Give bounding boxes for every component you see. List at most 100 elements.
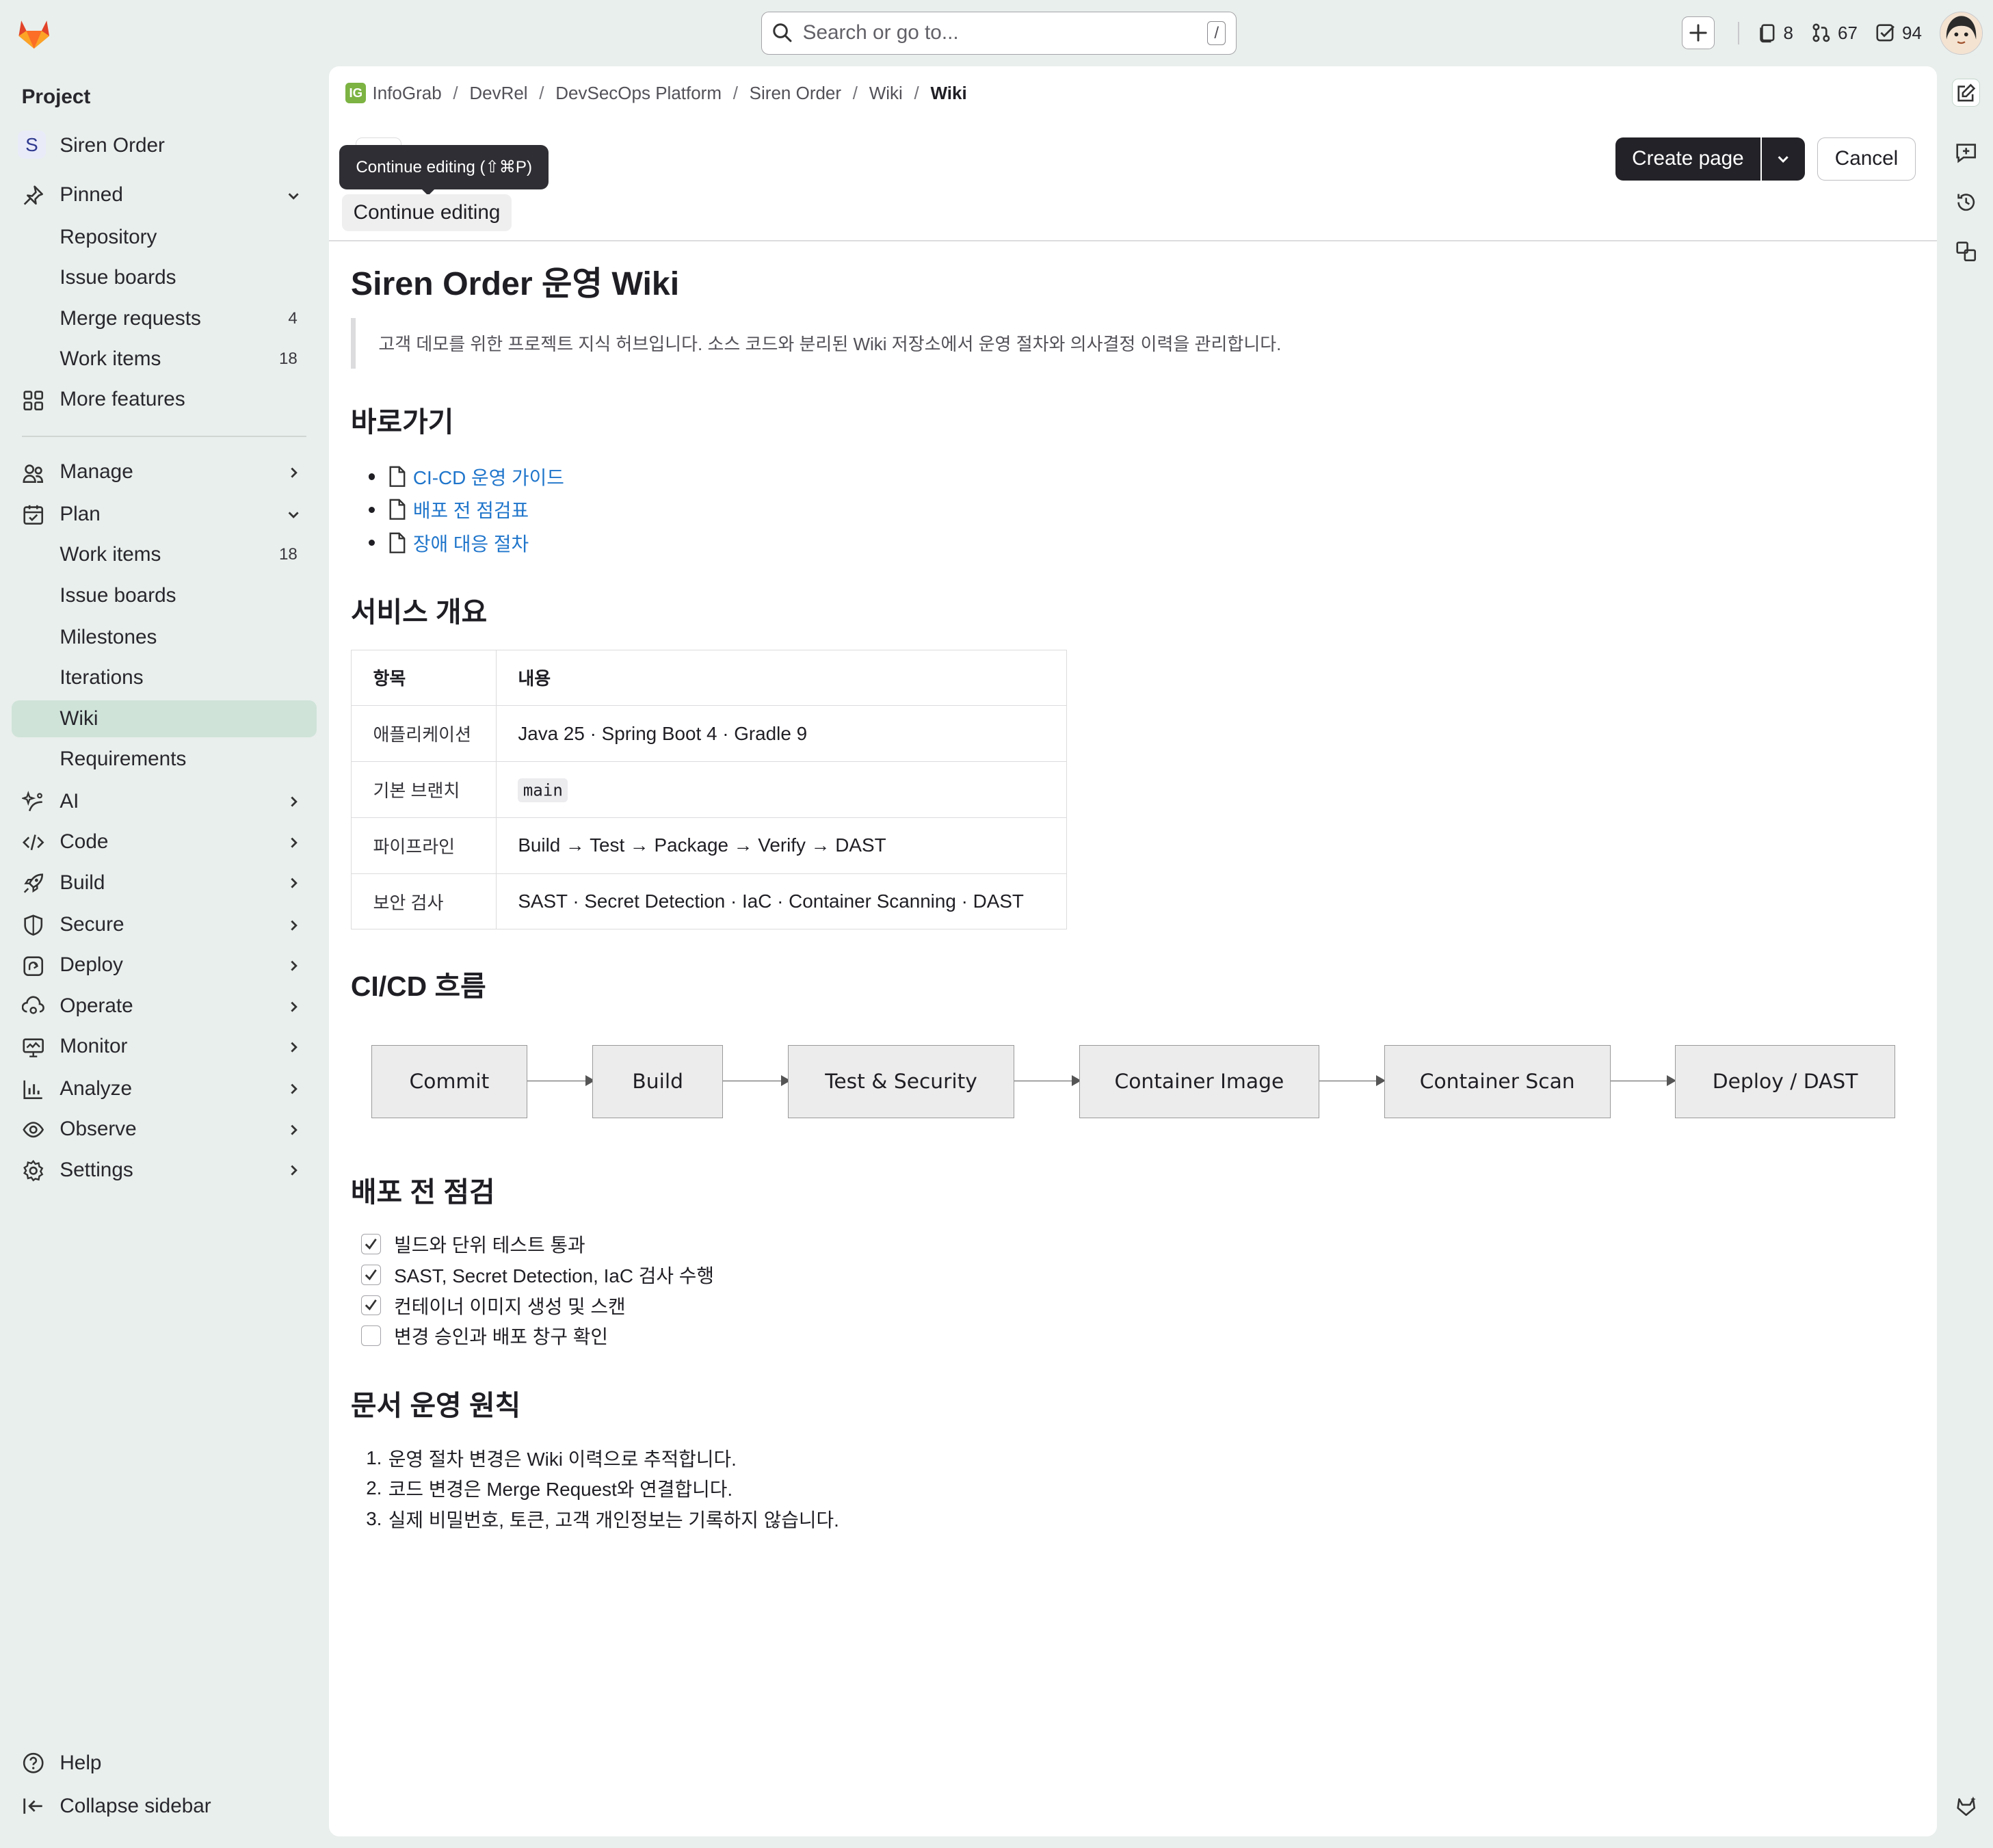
sidebar-pinned-toggle[interactable]: Pinned (12, 176, 317, 213)
list-item: 3. 실제 비밀번호, 토큰, 고객 개인정보는 기록하지 않습니다. (366, 1503, 839, 1534)
sidebar-item-wiki[interactable]: Wiki (11, 700, 317, 737)
sidebar-item-label: Wiki (60, 707, 98, 730)
shortcuts-list: CI-CD 운영 가이드 배포 전 점검표 장애 대응 절차 (368, 460, 564, 559)
sidebar-item-milestones[interactable]: Milestones (12, 619, 317, 656)
checklist-label: 빌드와 단위 테스트 통과 (394, 1235, 585, 1256)
checklist-item[interactable]: 빌드와 단위 테스트 통과 (360, 1229, 714, 1260)
help-button[interactable]: Help (12, 1744, 317, 1782)
search-input[interactable]: Search or go to... / (761, 11, 1237, 55)
history-rail-button[interactable] (1952, 188, 1980, 216)
sidebar-item-issue-boards[interactable]: Issue boards (12, 259, 317, 296)
bullet (368, 506, 375, 513)
breadcrumb-item[interactable]: Wiki (869, 83, 903, 104)
monitor-icon (22, 1036, 44, 1059)
sidebar-item-plan-work-items[interactable]: Work items 18 (12, 536, 317, 573)
sidebar-item-operate[interactable]: Operate (12, 988, 317, 1025)
sidebar-item-iterations[interactable]: Iterations (12, 659, 317, 696)
sidebar-item-work-items[interactable]: Work items 18 (12, 341, 317, 378)
breadcrumb-item[interactable]: DevSecOps Platform (555, 83, 722, 104)
sidebar-item-deploy[interactable]: Deploy (12, 947, 317, 984)
chevron-right-icon (286, 999, 301, 1014)
collapse-sidebar-label: Collapse sidebar (60, 1794, 211, 1817)
sidebar-item-plan-issue-boards[interactable]: Issue boards (12, 577, 317, 614)
wiki-link[interactable]: CI-CD 운영 가이드 (413, 463, 564, 490)
continue-editing-tooltip: Continue editing (⇧⌘P) (339, 144, 549, 196)
sidebar-item-ai[interactable]: AI (12, 783, 317, 820)
list-item[interactable]: 장애 대응 절차 (368, 526, 564, 559)
toolbar-divider (329, 240, 1938, 242)
sidebar-item-settings[interactable]: Settings (12, 1152, 317, 1189)
list-item[interactable]: 배포 전 점검표 (368, 493, 564, 526)
sidebar-item-merge-requests[interactable]: Merge requests 4 (12, 300, 317, 337)
checklist-item[interactable]: 컨테이너 이미지 생성 및 스캔 (360, 1290, 714, 1321)
sidebar-section-title: Project (21, 85, 91, 108)
chevron-right-icon (286, 1040, 301, 1055)
wiki-link[interactable]: 장애 대응 절차 (413, 529, 529, 557)
sidebar-item-repository[interactable]: Repository (12, 219, 317, 256)
grid-icon (22, 389, 44, 412)
create-page-button[interactable]: Create page (1615, 137, 1760, 181)
breadcrumb-separator: / (852, 82, 858, 103)
chevron-right-icon (286, 1163, 301, 1178)
continue-editing-button[interactable]: Continue editing (341, 194, 512, 232)
checklist-label: SAST, Secret Detection, IaC 검사 수행 (394, 1265, 715, 1286)
edit-page-rail-button[interactable] (1952, 79, 1981, 107)
sidebar-item-analyze[interactable]: Analyze (12, 1070, 317, 1107)
sidebar-item-observe[interactable]: Observe (12, 1111, 317, 1148)
create-new-button[interactable] (1681, 16, 1715, 50)
divider (1737, 21, 1739, 45)
checkbox-checked[interactable] (360, 1295, 382, 1316)
sidebar-item-label: Build (60, 871, 105, 894)
checkbox-checked[interactable] (360, 1265, 382, 1285)
table-row: 파이프라인 Build → Test → Package → Verify → … (350, 817, 1068, 874)
list-item[interactable]: CI-CD 운영 가이드 (368, 460, 564, 493)
breadcrumb-item[interactable]: DevRel (469, 83, 527, 104)
wiki-link[interactable]: 배포 전 점검표 (413, 496, 529, 523)
todo-icon (1875, 23, 1902, 43)
comments-rail-button[interactable] (1952, 139, 1980, 167)
sidebar-item-manage[interactable]: Manage (12, 453, 317, 490)
sidebar-item-code[interactable]: Code (12, 823, 317, 860)
sidebar-item-count: 18 (279, 545, 298, 564)
search-placeholder: Search or go to... (802, 21, 959, 44)
checkbox-checked[interactable] (360, 1234, 382, 1255)
flow-node: Build (592, 1044, 724, 1119)
cloud-gear-icon (21, 995, 44, 1018)
todos-counter[interactable]: 94 (1875, 23, 1922, 44)
create-page-dropdown-button[interactable] (1761, 137, 1805, 181)
history-icon (1955, 191, 1977, 213)
sidebar-item-monitor[interactable]: Monitor (12, 1028, 317, 1065)
sidebar-item-build[interactable]: Build (12, 864, 317, 901)
sidebar-item-label: Monitor (60, 1035, 128, 1058)
compare-icon (1955, 240, 1977, 263)
checklist-item[interactable]: 변경 승인과 배포 창구 확인 (360, 1321, 714, 1351)
checklist-label: 컨테이너 이미지 생성 및 스캔 (394, 1295, 626, 1317)
compare-rail-button[interactable] (1952, 238, 1980, 266)
cancel-button[interactable]: Cancel (1817, 137, 1916, 181)
chevron-right-icon (286, 958, 301, 973)
flow-arrow (1319, 1075, 1386, 1087)
sidebar-item-secure[interactable]: Secure (12, 906, 317, 943)
duo-chat-rail-button[interactable] (1952, 1792, 1980, 1820)
tanuki-ai-icon (1955, 1795, 1977, 1817)
breadcrumb-current[interactable]: Wiki (931, 83, 967, 104)
sidebar-item-plan[interactable]: Plan (12, 496, 317, 533)
sidebar-project-link[interactable]: S Siren Order (12, 127, 317, 164)
edit-icon (1956, 83, 1977, 103)
user-avatar[interactable] (1939, 11, 1983, 55)
gitlab-logo-icon[interactable] (14, 13, 54, 53)
flow-arrow (1014, 1075, 1082, 1087)
chevron-right-icon (286, 835, 301, 850)
checkbox-unchecked[interactable] (360, 1325, 382, 1346)
sidebar-item-more-features[interactable]: More features (12, 382, 317, 419)
bullet (368, 539, 375, 546)
flow-node: Container Scan (1384, 1044, 1611, 1119)
sidebar-divider (21, 436, 306, 438)
sidebar-item-requirements[interactable]: Requirements (12, 741, 317, 778)
breadcrumb-item[interactable]: Siren Order (750, 83, 841, 104)
collapse-sidebar-button[interactable]: Collapse sidebar (12, 1787, 317, 1825)
checklist-item[interactable]: SAST, Secret Detection, IaC 검사 수행 (360, 1260, 715, 1291)
breadcrumb-item[interactable]: InfoGrab (372, 83, 441, 104)
merge-requests-counter[interactable]: 67 (1811, 23, 1858, 44)
issues-counter[interactable]: 8 (1757, 23, 1793, 44)
